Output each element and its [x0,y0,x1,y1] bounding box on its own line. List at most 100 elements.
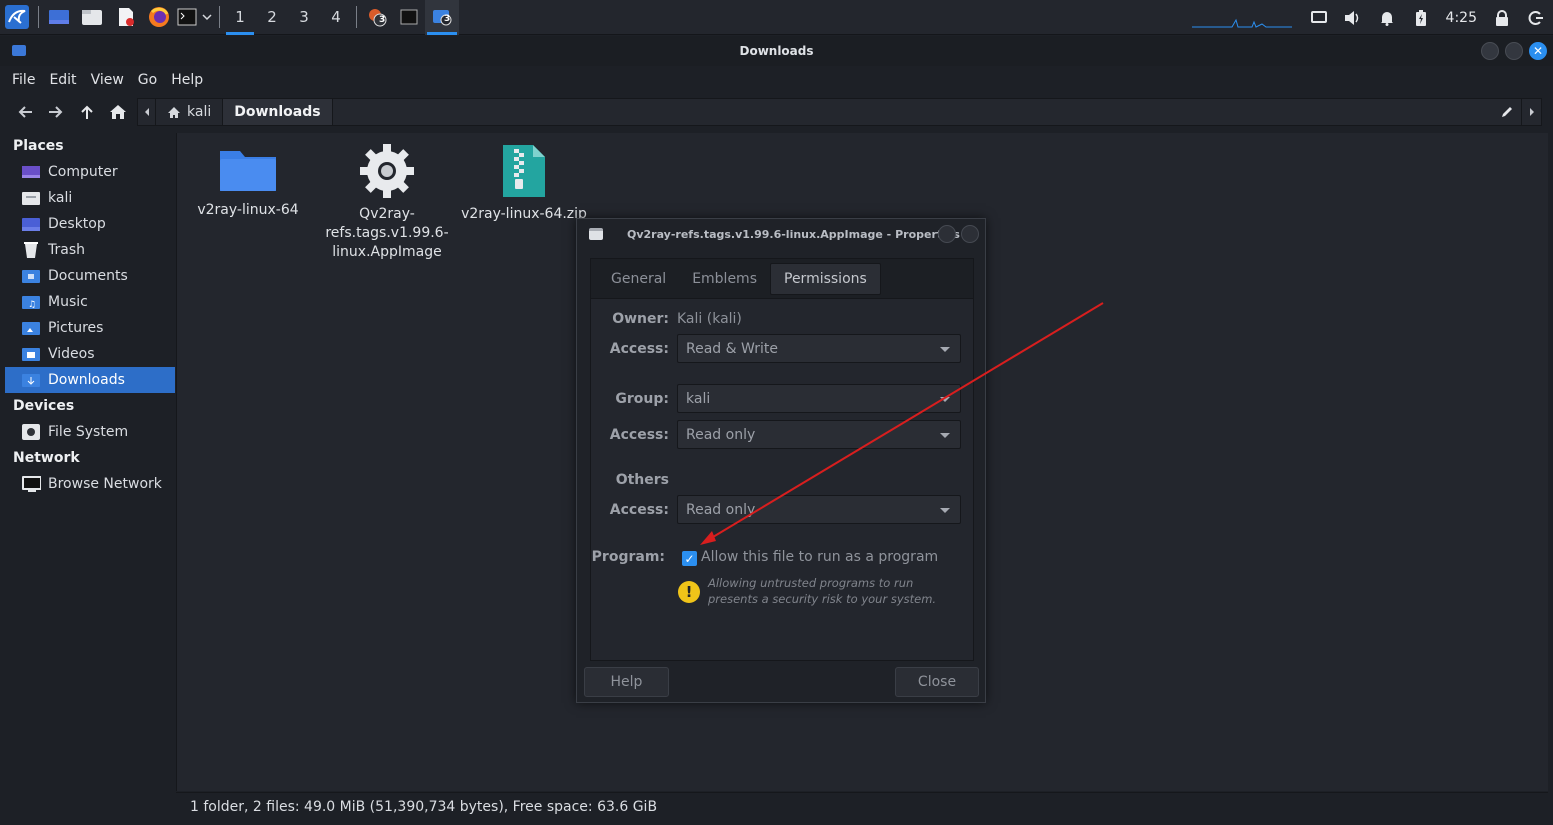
sidebar-item-browse-network[interactable]: Browse Network [5,471,175,497]
breadcrumb-current-label: Downloads [234,104,321,120]
dialog-maximize-button[interactable] [938,225,956,243]
program-label: Program: [591,549,665,565]
close-window-button[interactable]: ✕ [1529,42,1547,60]
owner-label: Owner: [612,311,669,327]
show-desktop-button[interactable] [43,0,75,35]
sidebar-item-label: File System [48,424,129,440]
forward-button[interactable] [40,96,71,128]
zip-archive-icon [503,145,545,197]
allow-execute-label[interactable]: Allow this file to run as a program [701,549,938,565]
file-name: v2ray-linux-64 [197,202,299,218]
logout-button[interactable] [1519,0,1553,35]
menu-help[interactable]: Help [164,72,210,88]
status-bar: 1 folder, 2 files: 49.0 MiB (51,390,734 … [176,792,1548,821]
home-icon [109,105,126,119]
kali-menu-button[interactable] [0,0,34,35]
workspace-3[interactable]: 3 [288,0,320,35]
dialog-title: Qv2ray-refs.tags.v1.99.6-linux.AppImage … [627,227,960,241]
file-item[interactable]: v2ray-linux-64.zip [459,143,589,224]
breadcrumb-home[interactable]: kali [156,99,222,125]
dialog-titlebar[interactable]: Qv2ray-refs.tags.v1.99.6-linux.AppImage … [577,219,985,249]
taskbar-separator [38,6,39,28]
edit-location-button[interactable] [1495,99,1519,125]
sidebar-item-videos[interactable]: Videos [5,341,175,367]
text-editor-launcher[interactable] [109,0,143,35]
path-scroll-right[interactable] [1521,99,1541,125]
group-access-value: Read only [686,426,756,443]
lock-screen-button[interactable] [1485,0,1519,35]
workspace-1[interactable]: 1 [224,0,256,35]
volume-tray-button[interactable] [1336,0,1370,35]
checkmark-icon: ✓ [684,551,695,566]
chevron-right-icon [1529,108,1534,116]
warning-icon: ! [678,581,700,603]
task-burp-group[interactable]: 3 [361,0,393,35]
sidebar-item-documents[interactable]: Documents [5,263,175,289]
videos-folder-icon [21,346,41,362]
file-manager-launcher[interactable] [75,0,109,35]
sidebar-item-music[interactable]: ♫ Music [5,289,175,315]
workspace-2[interactable]: 2 [256,0,288,35]
terminal-icon [177,8,197,26]
breadcrumb-current[interactable]: Downloads [222,99,333,125]
sidebar-item-label: Computer [48,164,118,180]
file-item[interactable]: v2ray-linux-64 [183,145,313,220]
sidebar-item-trash[interactable]: Trash [5,237,175,263]
menu-edit[interactable]: Edit [42,72,83,88]
menu-go[interactable]: Go [131,72,164,88]
task-badge-count: 3 [379,14,386,25]
properties-dialog: Qv2ray-refs.tags.v1.99.6-linux.AppImage … [576,218,986,703]
allow-execute-checkbox[interactable]: ✓ [682,551,697,566]
sidebar-item-pictures[interactable]: Pictures [5,315,175,341]
display-tray-button[interactable] [1302,0,1336,35]
home-folder-icon [21,190,41,206]
task-terminal[interactable] [393,0,425,35]
dialog-close-button[interactable] [961,225,979,243]
menu-view[interactable]: View [84,72,131,88]
help-button[interactable]: Help [584,667,669,697]
others-access-dropdown[interactable]: Read only [677,495,961,524]
parent-folder-button[interactable] [71,96,102,128]
sidebar-item-kali[interactable]: kali [5,185,175,211]
speaker-icon [1344,10,1358,25]
sidebar-item-desktop[interactable]: Desktop [5,211,175,237]
dropdown-arrow-icon [940,433,950,438]
minimize-button[interactable] [1481,42,1499,60]
home-button[interactable] [102,96,133,128]
others-access-value: Read only [686,501,756,518]
sidebar-item-computer[interactable]: Computer [5,159,175,185]
sidebar-item-label: Desktop [48,216,106,232]
file-item[interactable]: Qv2ray-refs.tags.v1.99.6-linux.AppImage [322,143,452,262]
group-access-label: Access: [609,427,669,443]
tab-general[interactable]: General [598,263,679,295]
tab-permissions[interactable]: Permissions [770,262,881,295]
pictures-folder-icon [21,320,41,336]
group-label: Group: [615,391,669,407]
path-scroll-left[interactable] [138,99,156,125]
menu-file[interactable]: File [5,72,42,88]
folder-icon [220,151,276,191]
launcher-dropdown[interactable] [199,0,215,35]
sidebar-item-downloads[interactable]: Downloads [5,367,175,393]
owner-access-dropdown[interactable]: Read & Write [677,334,961,363]
tab-emblems[interactable]: Emblems [679,263,770,295]
sidebar-item-file-system[interactable]: File System [5,419,175,445]
back-button[interactable] [9,96,40,128]
notifications-tray-button[interactable] [1370,0,1404,35]
close-button[interactable]: Close [895,667,979,697]
terminal-launcher[interactable] [175,0,199,35]
clock[interactable]: 4:25 [1438,10,1485,26]
battery-tray-button[interactable] [1404,0,1438,35]
terminal-icon [400,9,418,25]
group-access-dropdown[interactable]: Read only [677,420,961,449]
group-dropdown[interactable]: kali [677,384,961,413]
music-folder-icon: ♫ [21,294,41,310]
workspace-4[interactable]: 4 [320,0,352,35]
task-file-manager-group[interactable]: 3 [425,0,459,35]
maximize-button[interactable] [1505,42,1523,60]
firefox-launcher[interactable] [143,0,175,35]
security-warning-text: Allowing untrusted programs to run prese… [708,576,937,606]
bell-icon [1380,11,1393,26]
window-titlebar[interactable]: Downloads ✕ [0,36,1553,66]
window-controls: ✕ [1481,42,1547,60]
